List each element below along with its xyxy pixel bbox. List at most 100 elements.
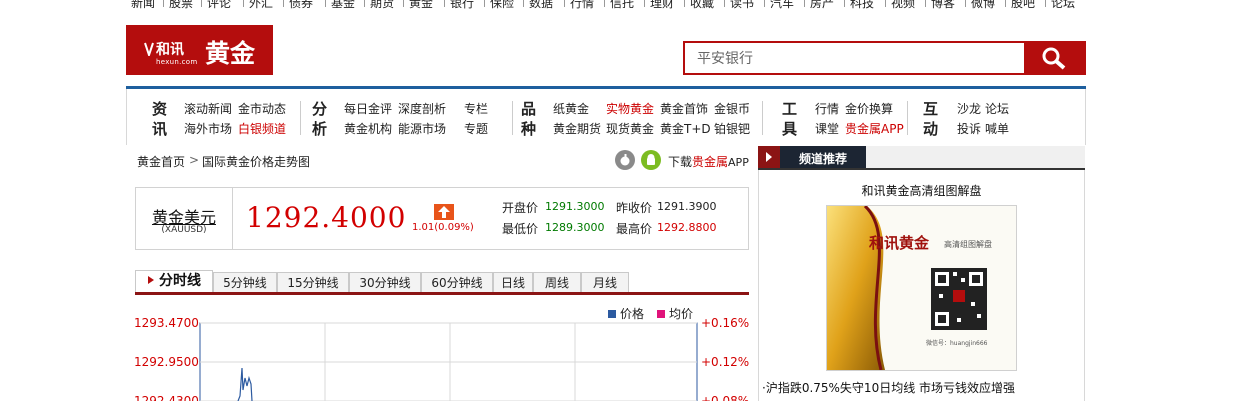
android-icon[interactable] [641,150,661,170]
channel-link[interactable]: 黄金首饰 [660,100,708,117]
promo-image[interactable]: 和讯黄金 高清组图解盘 微信号：huangjin666 [826,205,1017,371]
channel-link[interactable]: 现货黄金 [606,120,654,137]
y-left-tick: 1292.4300 [134,394,199,401]
breadcrumb-separator: > [189,153,200,167]
tab-5[interactable]: 日线 [493,272,533,293]
top-nav-item[interactable]: 微博 [971,0,995,11]
tab-7[interactable]: 月线 [581,272,629,293]
channel-group-title: 资讯 [152,100,168,138]
channel-link[interactable]: 每日金评 [344,100,392,117]
tab-6[interactable]: 周线 [533,272,581,293]
prev-close-label: 昨收价 [616,201,653,215]
tab-label: 分时线 [159,273,201,289]
logo[interactable]: 和讯 hexun.com 黄金 [126,25,273,75]
top-nav-item[interactable]: 理财 [650,0,674,11]
channel-link[interactable]: 沙龙 [957,100,981,117]
y-right-tick: +0.12% [701,355,749,369]
top-nav-item[interactable]: 评论 [207,0,231,11]
top-nav-item[interactable]: 汽车 [770,0,794,11]
top-nav-item[interactable]: 信托 [610,0,634,11]
channel-link[interactable]: 海外市场 [184,120,232,137]
top-nav-item[interactable]: 保险 [490,0,514,11]
nav-divider [484,0,485,7]
download-pre: 下载 [668,155,693,169]
instrument-code: (XAUUSD) [161,225,207,235]
channel-nav: 资讯 滚动新闻 金市动态 海外市场 白银频道 分析 每日金评 深度剖析 专栏 黄金机构 能源市场 专题… [126,89,1086,145]
channel-link[interactable]: 金价换算 [845,100,893,117]
nav-divider [201,0,202,7]
channel-link[interactable]: 行情 [815,100,839,117]
download-app-link[interactable]: 下载贵金属APP [668,153,749,170]
top-nav-item[interactable]: 行情 [570,0,594,11]
top-nav: 新闻 股票 评论 外汇 债券 基金 期货 黄金 银行 保险 数据 行情 信托 理财 收藏 读书 汽车 房产 科技 视频… [0,0,1257,10]
top-nav-item[interactable]: 期货 [370,0,394,11]
top-nav-item[interactable]: 股吧 [1011,0,1035,11]
channel-link[interactable]: 黄金期货 [553,120,601,137]
channel-link[interactable]: 白银频道 [238,120,286,137]
tab-4[interactable]: 60分钟线 [421,272,493,293]
channel-link[interactable]: 专栏 [464,100,488,117]
nav-divider [523,0,524,7]
hexun-mark-icon [144,42,154,56]
y-left-tick: 1293.4700 [134,316,199,330]
top-nav-item[interactable]: 债券 [289,0,313,11]
channel-link[interactable]: 滚动新闻 [184,100,232,117]
channel-link[interactable]: 课堂 [815,120,839,137]
search-button[interactable] [1024,41,1086,75]
channel-link[interactable]: 金银币 [714,100,750,117]
logo-gold: 黄金 [205,39,256,68]
apple-icon[interactable] [615,150,635,170]
channel-link[interactable]: 黄金机构 [344,120,392,137]
arrow-up-icon [434,204,454,220]
top-nav-item[interactable]: 数据 [529,0,553,11]
top-nav-item[interactable]: 视频 [891,0,915,11]
promo-wechat: 微信号：huangjin666 [926,340,988,347]
channel-link[interactable]: 专题 [464,120,488,137]
channel-link[interactable]: 金市动态 [238,100,286,117]
top-nav-item[interactable]: 科技 [850,0,874,11]
breadcrumb-home[interactable]: 黄金首页 [137,153,185,170]
top-nav-item[interactable]: 新闻 [131,0,155,11]
nav-divider [243,0,244,7]
tab-2[interactable]: 15分钟线 [277,272,349,293]
channel-link[interactable]: 深度剖析 [398,100,446,117]
channel-divider [512,101,513,135]
top-nav-item[interactable]: 读书 [730,0,754,11]
tab-1[interactable]: 5分钟线 [213,272,277,293]
channel-link[interactable]: 论坛 [985,100,1009,117]
top-nav-item[interactable]: 博客 [931,0,955,11]
recommend-title[interactable]: 和讯黄金高清组图解盘 [758,182,1085,199]
search-input[interactable] [685,43,1029,73]
channel-divider [300,101,301,135]
top-nav-item[interactable]: 黄金 [409,0,433,11]
top-nav-item[interactable]: 股票 [169,0,193,11]
channel-link[interactable]: 能源市场 [398,120,446,137]
channel-link[interactable]: 实物黄金 [606,100,654,117]
channel-link[interactable]: 投诉 [957,120,981,137]
top-nav-item[interactable]: 论坛 [1051,0,1075,11]
tab-3[interactable]: 30分钟线 [349,272,421,293]
top-nav-item[interactable]: 银行 [450,0,474,11]
nav-divider [965,0,966,7]
top-nav-item[interactable]: 房产 [810,0,834,11]
quote-panel: 黄金美元 (XAUUSD) 1292.4000 1.01(0.09%) 开盘价 … [135,187,749,250]
promo-art [827,206,1016,370]
news-item[interactable]: ·沪指跌0.75%失守10日均线 市场亏钱效应增强 [762,379,1015,396]
high-value: 1292.8800 [657,221,717,234]
legend-label: 均价 [669,307,693,321]
nav-divider [163,0,164,7]
channel-link[interactable]: 纸黄金 [553,100,589,117]
download-accent: 贵金属 [692,155,729,169]
top-nav-item[interactable]: 收藏 [690,0,714,11]
channel-divider [762,101,763,135]
logo-domain: hexun.com [156,58,198,66]
channel-link[interactable]: 铂银钯 [714,120,750,137]
top-nav-item[interactable]: 外汇 [249,0,273,11]
breadcrumb-current: 国际黄金价格走势图 [202,155,311,169]
channel-link[interactable]: 喊单 [985,120,1009,137]
logo-brand: 和讯 [156,42,184,58]
channel-link[interactable]: 贵金属APP [845,120,904,137]
channel-link[interactable]: 黄金T+D [660,120,711,137]
tab-label: 5分钟线 [223,276,267,290]
top-nav-item[interactable]: 基金 [331,0,355,11]
